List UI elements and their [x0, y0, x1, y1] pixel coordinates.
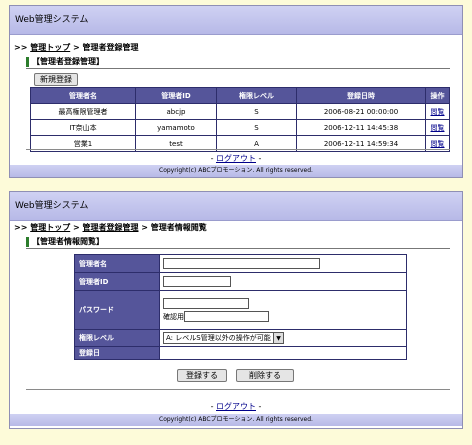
view-link[interactable]: 閲覧 — [431, 108, 445, 116]
admin-detail-window: Web管理システム >> 管理トップ > 管理者登録管理 > 管理者情報閲覧 【… — [9, 191, 463, 429]
cell-action: 閲覧 — [425, 103, 450, 120]
chevron-down-icon[interactable]: ▼ — [273, 333, 283, 343]
form-row-registered: 登録日 — [74, 346, 407, 360]
breadcrumb-separator: > — [73, 43, 80, 52]
admin-name-input[interactable] — [163, 258, 320, 269]
logout-dash-left: - — [210, 402, 214, 411]
admin-table: 管理者名 管理者ID 権限レベル 登録日時 操作 最高権限管理者 abcjp S… — [30, 87, 450, 152]
app-header: Web管理システム — [10, 192, 462, 221]
form-row-name: 管理者名 — [74, 254, 407, 273]
cell-name: IT奈山本 — [30, 119, 136, 136]
breadcrumb-prefix: >> — [14, 43, 28, 52]
app-header: Web管理システム — [10, 6, 462, 35]
form-row-id: 管理者ID — [74, 272, 407, 291]
cell-action: 閲覧 — [425, 119, 450, 136]
breadcrumb-separator: > — [73, 223, 80, 232]
confirm-label: 確認用 — [163, 312, 184, 321]
view-link[interactable]: 閲覧 — [431, 124, 445, 132]
logout-dash-right: - — [258, 402, 262, 411]
field-cell-name — [159, 254, 407, 273]
breadcrumb-separator: > — [141, 223, 148, 232]
column-header-level: 権限レベル — [216, 87, 297, 104]
cell-level: S — [216, 103, 297, 120]
logout-area: - ログアウト - — [10, 153, 462, 164]
section-title: 【管理者登録管理】 — [26, 57, 104, 67]
field-cell-level: A: レベルS管理以外の操作が可能 ▼ — [159, 329, 407, 347]
form-row-password: パスワード 確認用 — [74, 290, 407, 330]
label-level: 権限レベル — [74, 329, 160, 347]
copyright: Copyright(c) ABCプロモーション. All rights rese… — [159, 167, 313, 174]
footer: Copyright(c) ABCプロモーション. All rights rese… — [10, 165, 462, 177]
footer: Copyright(c) ABCプロモーション. All rights rese… — [10, 414, 462, 426]
register-button[interactable]: 登録する — [177, 369, 227, 382]
password-confirm-input[interactable] — [184, 311, 269, 322]
column-header-id: 管理者ID — [135, 87, 217, 104]
logout-dash-left: - — [210, 154, 214, 163]
label-admin-name: 管理者名 — [74, 254, 160, 273]
breadcrumb-prefix: >> — [14, 223, 28, 232]
column-header-date: 登録日時 — [296, 87, 426, 104]
logout-dash-right: - — [258, 154, 262, 163]
form-row-level: 権限レベル A: レベルS管理以外の操作が可能 ▼ — [74, 329, 407, 347]
logout-area: - ログアウト - — [10, 401, 462, 412]
table-row: IT奈山本 yamamoto S 2006-12-11 14:45:38 閲覧 — [30, 119, 450, 136]
cell-date: 2006-12-11 14:45:38 — [296, 119, 426, 136]
table-row: 最高権限管理者 abcjp S 2006-08-21 00:00:00 閲覧 — [30, 103, 450, 120]
confirm-row: 確認用 — [163, 311, 405, 322]
table-header-row: 管理者名 管理者ID 権限レベル 登録日時 操作 — [30, 87, 450, 104]
cell-name: 最高権限管理者 — [30, 103, 136, 120]
footer-divider — [26, 149, 450, 150]
view-link[interactable]: 閲覧 — [431, 140, 445, 148]
breadcrumb-current: 管理者情報閲覧 — [150, 223, 207, 232]
copyright: Copyright(c) ABCプロモーション. All rights rese… — [159, 416, 313, 423]
breadcrumb-current: 管理者登録管理 — [82, 43, 139, 52]
field-cell-password: 確認用 — [159, 290, 407, 330]
breadcrumb-link-top[interactable]: 管理トップ — [30, 43, 70, 52]
cell-date: 2006-08-21 00:00:00 — [296, 103, 426, 120]
cell-level: S — [216, 119, 297, 136]
admin-list-window: Web管理システム >> 管理トップ > 管理者登録管理 【管理者登録管理】 新… — [9, 5, 463, 178]
logout-link[interactable]: ログアウト — [216, 154, 256, 163]
app-title: Web管理システム — [15, 15, 89, 25]
admin-id-input[interactable] — [163, 276, 231, 287]
password-input[interactable] — [163, 298, 249, 309]
column-header-name: 管理者名 — [30, 87, 136, 104]
delete-button[interactable]: 削除する — [236, 369, 294, 382]
footer-divider — [26, 389, 450, 390]
cell-id: yamamoto — [135, 119, 217, 136]
label-registered: 登録日 — [74, 346, 160, 360]
new-register-button[interactable]: 新規登録 — [34, 73, 78, 86]
level-select[interactable]: A: レベルS管理以外の操作が可能 ▼ — [163, 332, 284, 344]
breadcrumb-link-admin[interactable]: 管理者登録管理 — [83, 223, 139, 232]
registered-value — [159, 346, 407, 360]
app-title: Web管理システム — [15, 201, 89, 211]
field-cell-id — [159, 272, 407, 291]
cell-id: abcjp — [135, 103, 217, 120]
section-title: 【管理者情報閲覧】 — [26, 237, 104, 247]
column-header-action: 操作 — [425, 87, 450, 104]
section-divider — [26, 248, 450, 249]
breadcrumb: >> 管理トップ > 管理者登録管理 > 管理者情報閲覧 — [14, 222, 207, 233]
breadcrumb-link-top[interactable]: 管理トップ — [30, 223, 70, 232]
breadcrumb: >> 管理トップ > 管理者登録管理 — [14, 42, 139, 53]
section-divider — [26, 68, 450, 69]
label-password: パスワード — [74, 290, 160, 330]
level-select-value: A: レベルS管理以外の操作が可能 — [166, 334, 271, 342]
logout-link[interactable]: ログアウト — [216, 402, 256, 411]
admin-detail-form: 管理者名 管理者ID パスワード 確認用 権限レベル A: レベルS管理以外の操… — [74, 254, 407, 360]
label-admin-id: 管理者ID — [74, 272, 160, 291]
